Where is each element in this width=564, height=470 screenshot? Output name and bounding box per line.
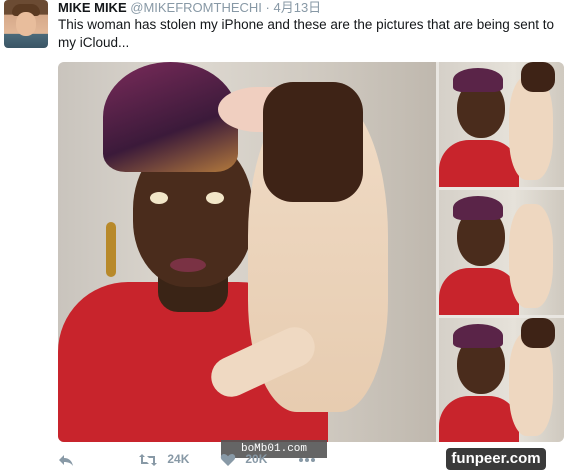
reply-button[interactable]	[58, 450, 74, 468]
header-separator: ·	[265, 0, 270, 15]
photo-hair	[103, 62, 238, 172]
side-hair	[453, 196, 503, 220]
side-dress	[439, 140, 519, 187]
photo-eye-right	[206, 192, 224, 204]
like-count: 20K	[245, 452, 268, 466]
author-handle[interactable]: @MIKEFROMTHECHI	[130, 0, 262, 15]
side-hand	[521, 318, 555, 348]
retweet-icon	[139, 453, 157, 466]
retweet-count: 24K	[167, 452, 190, 466]
photo-arm	[263, 82, 363, 202]
side-hair	[453, 68, 503, 92]
side-hair	[453, 324, 503, 348]
brand-watermark: funpeer.com	[446, 448, 546, 470]
tweet-date[interactable]: 4月13日	[273, 0, 321, 15]
reply-icon	[59, 454, 73, 466]
like-button[interactable]: 20K	[220, 450, 267, 468]
photo-lips	[170, 258, 206, 272]
side-dress	[439, 396, 519, 442]
side-hand	[521, 62, 555, 92]
photo-eye-left	[150, 192, 168, 204]
heart-icon	[220, 453, 236, 466]
more-dots-icon	[299, 457, 315, 462]
author-avatar[interactable]	[4, 0, 48, 48]
side-photo-3[interactable]	[439, 318, 564, 442]
side-photo-1[interactable]	[439, 62, 564, 187]
retweet-button[interactable]: 24K	[138, 450, 189, 468]
author-name[interactable]: MIKE MIKE	[58, 0, 127, 15]
photo-earring	[106, 222, 116, 277]
more-button[interactable]	[298, 450, 316, 468]
avatar-face	[16, 12, 36, 36]
tweet-text: This woman has stolen my iPhone and thes…	[58, 17, 555, 50]
tweet-actions: 24K 20K	[58, 450, 358, 468]
side-chicken	[509, 204, 553, 308]
main-photo[interactable]	[58, 62, 436, 442]
photo-grid	[58, 62, 564, 442]
side-dress	[439, 268, 519, 315]
side-photo-2[interactable]	[439, 190, 564, 315]
tweet-header: MIKE MIKE @MIKEFROMTHECHI · 4月13日	[58, 0, 321, 16]
